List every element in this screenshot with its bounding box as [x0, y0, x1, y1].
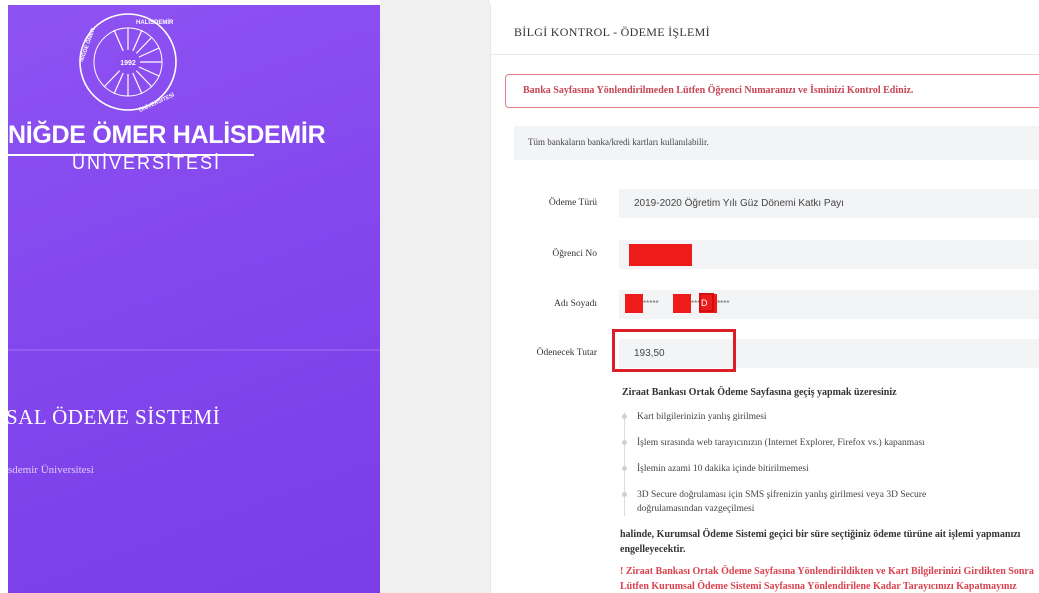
notice-warning-text: ! Ziraat Bankası Ortak Ödeme Sayfasına Y…: [620, 566, 1034, 592]
name-masked-1: *****: [643, 299, 659, 308]
name-label: Adı Soyadı: [553, 299, 597, 309]
amount-label: Ödenecek Tutar: [536, 348, 597, 358]
notice-result-text: halinde, Kurumsal Ödeme Sistemi geçici b…: [620, 529, 1021, 555]
bullet-dot-icon: [622, 492, 627, 497]
payment-type-label: Ödeme Türü: [548, 198, 597, 208]
student-no-label: Öğrenci No: [552, 249, 597, 259]
name-masked-4: ****: [717, 299, 730, 308]
card-divider: [491, 54, 1039, 55]
student-no-field: [619, 240, 1039, 269]
background-gutter: [380, 0, 490, 593]
notice-heading: Ziraat Bankası Ortak Ödeme Sayfasına geç…: [622, 387, 897, 398]
svg-text:1992: 1992: [120, 60, 136, 67]
name-redaction-1: [625, 294, 643, 313]
svg-text:HALİSDEMİR: HALİSDEMİR: [136, 19, 174, 26]
list-item: İşlem sırasında web tarayıcınızın (Inter…: [622, 436, 997, 450]
amount-highlight-box: [612, 329, 736, 372]
name-highlight-box: [699, 293, 714, 312]
payment-type-field: 2019-2020 Öğretim Yılı Güz Dönemi Katkı …: [619, 189, 1039, 218]
system-subtitle: sdemir Üniversitesi: [8, 464, 94, 476]
university-subtitle: ÜNİVERSİTESİ: [72, 153, 222, 173]
notice-list-line: [624, 412, 625, 516]
sidebar-panel: 1992 HALİSDEMİR NİĞDE ÖMER ÜNİVERSİTESİ …: [8, 5, 380, 593]
info-bar-text: Tüm bankaların banka/kredi kartları kull…: [528, 137, 709, 147]
svg-text:ÜNİVERSİTESİ: ÜNİVERSİTESİ: [138, 91, 176, 113]
name-redaction-2: [673, 294, 691, 313]
payment-type-value: 2019-2020 Öğretim Yılı Güz Dönemi Katkı …: [634, 198, 844, 209]
card-title: BİLGİ KONTROL - ÖDEME İŞLEMİ: [514, 25, 710, 39]
list-item: Kart bilgilerinizin yanlış girilmesi: [622, 410, 937, 424]
bullet-dot-icon: [622, 414, 627, 419]
university-name: NİĞDE ÖMER HALİSDEMİR: [8, 121, 326, 149]
warning-alert-text: Banka Sayfasına Yönlendirilmeden Lütfen …: [523, 85, 914, 96]
bullet-dot-icon: [622, 440, 627, 445]
student-no-redaction: [629, 244, 692, 266]
name-field: ***** **** D ****: [619, 290, 1039, 319]
list-item: İşlemin azami 10 dakika içinde bitirilme…: [622, 462, 937, 476]
sidebar-divider: [8, 349, 380, 351]
university-logo-icon: 1992 HALİSDEMİR NİĞDE ÖMER ÜNİVERSİTESİ: [77, 13, 177, 113]
system-title: SAL ÖDEME SİSTEMİ: [8, 405, 221, 429]
bullet-dot-icon: [622, 466, 627, 471]
payment-card: BİLGİ KONTROL - ÖDEME İŞLEMİ Banka Sayfa…: [490, 5, 1039, 593]
info-bar: Tüm bankaların banka/kredi kartları kull…: [514, 126, 1039, 160]
warning-alert: Banka Sayfasına Yönlendirilmeden Lütfen …: [505, 74, 1039, 108]
list-item: 3D Secure doğrulaması için SMS şifrenizi…: [622, 488, 987, 516]
